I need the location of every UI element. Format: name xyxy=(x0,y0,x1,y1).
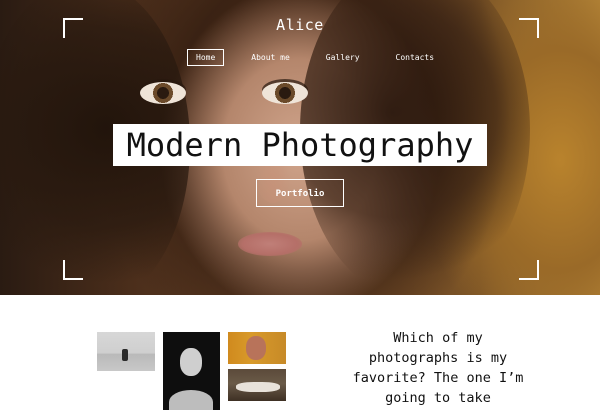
quote-line: photographs is my xyxy=(368,350,508,366)
gallery-thumb-portrait-bw[interactable] xyxy=(163,332,220,410)
nav-item-home[interactable]: Home xyxy=(187,49,225,66)
thumb-body xyxy=(236,382,280,392)
portfolio-button[interactable]: Portfolio xyxy=(256,179,344,207)
quote-text: Which of my photographs is my favorite? … xyxy=(330,328,546,408)
quote-line: going to take xyxy=(385,390,491,406)
nav-item-gallery[interactable]: Gallery xyxy=(317,49,369,66)
hero-photo-eye-left xyxy=(140,82,186,104)
thumb-figure xyxy=(122,349,128,361)
nav-item-about-me[interactable]: About me xyxy=(242,49,299,66)
quote-line: Which of my xyxy=(393,330,483,346)
gallery-thumb-reclining[interactable] xyxy=(228,369,286,401)
hero-photo-eye-right xyxy=(262,82,308,104)
frame-corner-bottom-right xyxy=(519,260,539,280)
frame-corner-bottom-left xyxy=(63,260,83,280)
hero-headline: Modern Photography xyxy=(113,124,487,166)
hero-photo-lips xyxy=(238,232,302,256)
quote-line: favorite? The one I’m xyxy=(352,370,524,386)
gallery-thumb-beach[interactable] xyxy=(97,332,155,371)
nav-item-contacts[interactable]: Contacts xyxy=(387,49,444,66)
gallery-thumb-portrait-yellow[interactable] xyxy=(228,332,286,364)
thumb-face xyxy=(180,348,202,376)
thumb-shoulder xyxy=(169,390,213,410)
main-nav: Home About me Gallery Contacts xyxy=(187,49,443,66)
site-logo[interactable]: Alice xyxy=(0,16,600,34)
thumb-face xyxy=(246,336,266,360)
hero-section: Alice Home About me Gallery Contacts Mod… xyxy=(0,0,600,295)
